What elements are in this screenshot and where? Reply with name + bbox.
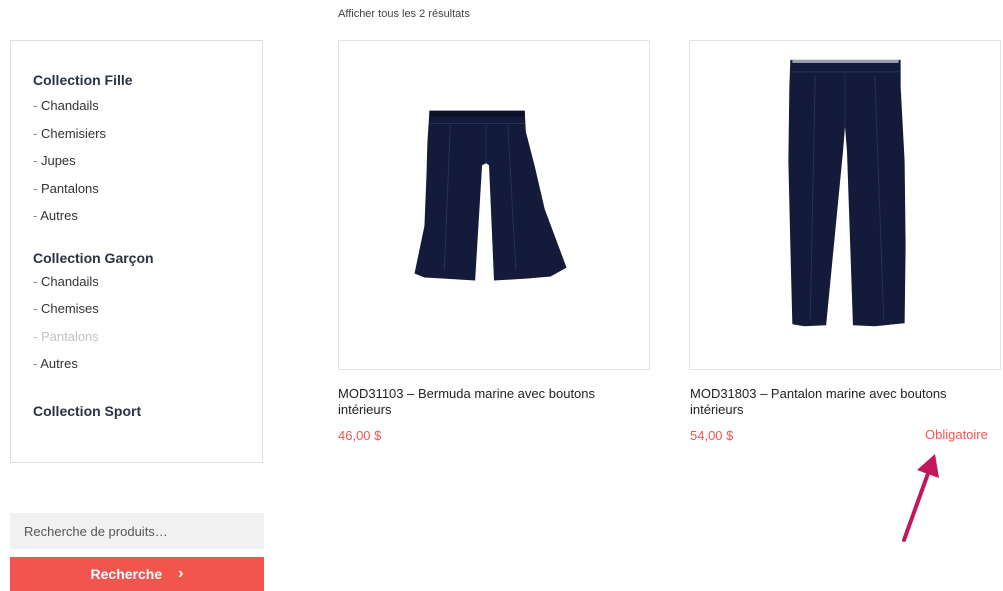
product-name-bermuda[interactable]: MOD31103 – Bermuda marine avec boutons in… [338,386,653,418]
results-count: Afficher tous les 2 résultats [338,8,470,20]
required-badge: Obligatoire [925,427,988,442]
product-price-pantalon: 54,00 $ [690,428,734,443]
collection-title-sport[interactable]: Collection Sport [33,401,262,421]
collection-fille: Collection Fille - Chandails - Chemisier… [33,70,262,230]
search-button[interactable]: Recherche › [10,557,264,591]
annotation-arrow-icon [902,454,939,542]
sidebar-item-garcon-autres[interactable]: - Autres [33,350,262,378]
collection-garcon: Collection Garçon - Chandails - Chemises… [33,248,262,378]
navy-trousers-image [788,59,906,327]
collection-list-fille: - Chandails - Chemisiers - Jupes - Panta… [33,92,262,230]
sidebar-item-garcon-pantalons[interactable]: - Pantalons [33,323,262,351]
product-name-pantalon[interactable]: MOD31803 – Pantalon marine avec boutons i… [690,386,1003,418]
sidebar-item-fille-pantalons[interactable]: - Pantalons [33,175,262,203]
sidebar-item-fille-autres[interactable]: - Autres [33,202,262,230]
chevron-right-icon: › [178,565,184,582]
product-search-input[interactable] [10,513,264,549]
category-sidebar: Collection Fille - Chandails - Chemisier… [10,40,263,463]
product-image-bermuda[interactable] [338,40,650,370]
collection-sport: Collection Sport [33,401,262,421]
search-button-label: Recherche [90,566,163,582]
sidebar-item-fille-chandails[interactable]: - Chandails [33,92,262,120]
bermuda-shorts-image [414,110,567,281]
collection-title-garcon[interactable]: Collection Garçon [33,248,262,268]
sidebar-item-fille-chemisiers[interactable]: - Chemisiers [33,120,262,148]
product-price-bermuda: 46,00 $ [338,428,382,443]
collection-title-fille[interactable]: Collection Fille [33,70,262,90]
sidebar-item-garcon-chandails[interactable]: - Chandails [33,268,262,296]
product-image-pantalon[interactable] [689,40,1001,370]
collection-list-garcon: - Chandails - Chemises - Pantalons - Aut… [33,268,262,378]
sidebar-item-garcon-chemises[interactable]: - Chemises [33,295,262,323]
sidebar-item-fille-jupes[interactable]: - Jupes [33,147,262,175]
